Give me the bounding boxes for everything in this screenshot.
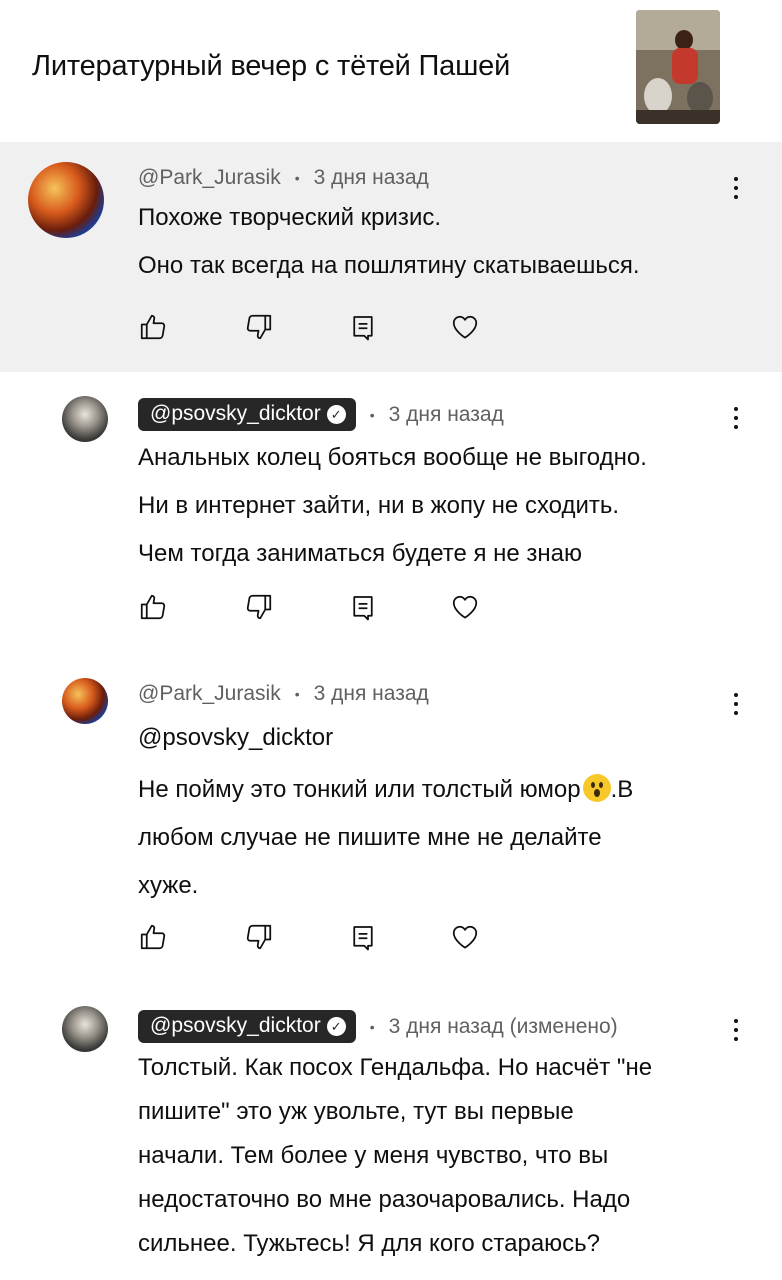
comment-text: Анальных колец бояться вообще не выгодно… [138,444,647,567]
comment-actions [138,922,480,952]
heart-icon[interactable] [450,312,480,342]
reply-icon[interactable] [348,592,378,622]
surprised-face-emoji [582,774,611,802]
author-name: @psovsky_dicktor [150,402,321,425]
comment-text: Толстый. Как посох Гендальфа. Но насчёт … [138,1054,653,1257]
comment-meta: @Park_Jurasik • 3 дня назад [138,166,429,190]
comment-text: Похоже творческий кризис. Оно так всегда… [138,204,640,279]
more-vert-icon[interactable] [724,684,748,724]
comment-meta: @Park_Jurasik • 3 дня назад [138,682,429,706]
meta-separator: • [369,1018,375,1035]
meta-separator: • [294,170,300,186]
author-name[interactable]: @Park_Jurasik [138,682,281,706]
comment-time: 3 дня назад [313,166,429,189]
verified-check-icon: ✓ [326,1016,346,1036]
comment-2: @psovsky_dicktor ✓ • 3 дня назад Анальны… [0,372,782,662]
more-vert-icon[interactable] [724,168,748,208]
comment-text: @psovsky_dicktor Не пойму это тонкий или… [138,714,633,910]
comment-time: 3 дня назад (изменено) [388,1014,618,1038]
reply-icon[interactable] [348,312,378,342]
thumbs-up-icon[interactable] [138,592,168,622]
comment-time: 3 дня назад [388,402,504,426]
comment-actions [138,592,480,622]
comment-meta: @psovsky_dicktor ✓ • 3 дня назад [138,398,504,431]
heart-icon[interactable] [450,922,480,952]
thumbs-down-icon[interactable] [244,592,274,622]
meta-separator: • [294,686,300,702]
mention-link[interactable]: @psovsky_dicktor [138,714,633,762]
author-chip[interactable]: @psovsky_dicktor ✓ [138,398,356,431]
thumbs-down-icon[interactable] [244,922,274,952]
avatar[interactable] [62,678,108,724]
author-name[interactable]: @Park_Jurasik [138,166,281,190]
author-chip[interactable]: @psovsky_dicktor ✓ [138,1010,356,1043]
heart-icon[interactable] [450,592,480,622]
reply-icon[interactable] [348,922,378,952]
comment-meta: @psovsky_dicktor ✓ • 3 дня назад (измене… [138,1010,618,1043]
avatar[interactable] [28,162,104,238]
thumbs-up-icon[interactable] [138,312,168,342]
avatar[interactable] [62,1006,108,1052]
comment-4: @psovsky_dicktor ✓ • 3 дня назад (измене… [0,982,782,1280]
comment-time: 3 дня назад [313,682,429,705]
author-name: @psovsky_dicktor [150,1014,321,1037]
thumbs-down-icon[interactable] [244,312,274,342]
meta-separator: • [369,406,375,423]
more-vert-icon[interactable] [724,1010,748,1050]
video-title: Литературный вечер с тётей Пашей [32,50,511,82]
avatar[interactable] [62,396,108,442]
video-thumbnail[interactable] [636,10,720,124]
comment-3: @Park_Jurasik • 3 дня назад @psovsky_dic… [0,662,782,982]
more-vert-icon[interactable] [724,398,748,438]
comment-1: @Park_Jurasik • 3 дня назад Похоже творч… [0,142,782,372]
video-header: Литературный вечер с тётей Пашей [0,0,782,142]
thumbs-up-icon[interactable] [138,922,168,952]
verified-check-icon: ✓ [326,404,346,424]
comment-actions [138,312,480,342]
